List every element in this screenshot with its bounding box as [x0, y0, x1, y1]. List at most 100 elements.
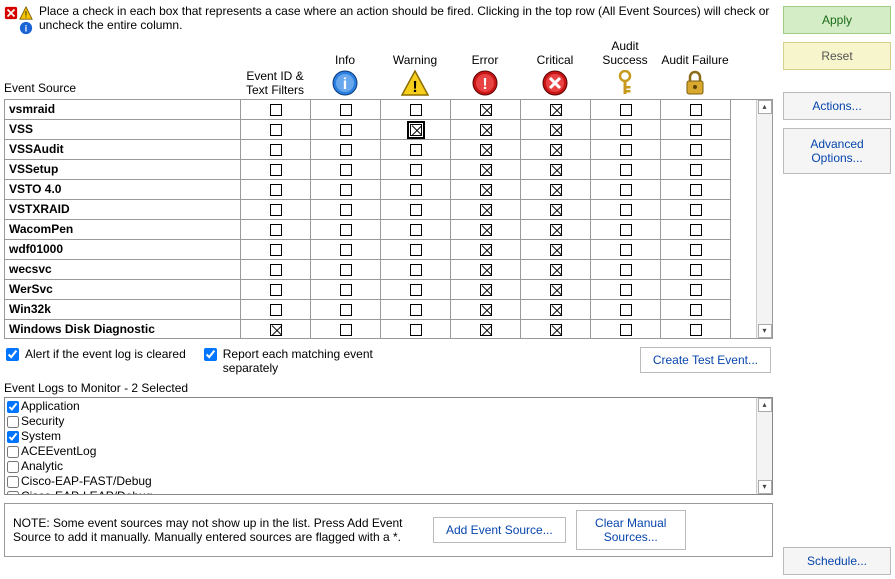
advanced-options-button[interactable]: Advanced Options... [783, 128, 891, 174]
grid-cell[interactable] [521, 280, 591, 300]
log-item[interactable]: Security [7, 414, 754, 429]
grid-cell[interactable] [381, 140, 451, 160]
grid-cell[interactable] [661, 180, 731, 200]
grid-cell[interactable] [661, 220, 731, 240]
grid-cell[interactable] [241, 200, 311, 220]
grid-cell[interactable] [311, 320, 381, 338]
grid-cell[interactable] [521, 300, 591, 320]
grid-checkbox[interactable] [690, 244, 702, 256]
grid-cell[interactable] [591, 240, 661, 260]
logs-scrollbar[interactable]: ▴ ▾ [756, 398, 772, 494]
grid-checkbox[interactable] [270, 144, 282, 156]
grid-cell[interactable] [451, 180, 521, 200]
grid-checkbox[interactable] [550, 184, 562, 196]
grid-checkbox[interactable] [480, 324, 492, 336]
grid-checkbox[interactable] [270, 164, 282, 176]
grid-cell[interactable] [521, 180, 591, 200]
grid-cell[interactable] [311, 220, 381, 240]
grid-checkbox[interactable] [690, 324, 702, 336]
grid-cell[interactable] [591, 280, 661, 300]
grid-checkbox[interactable] [340, 244, 352, 256]
grid-cell[interactable] [521, 160, 591, 180]
grid-checkbox[interactable] [690, 164, 702, 176]
grid-cell[interactable] [311, 300, 381, 320]
scroll-up-button[interactable]: ▴ [758, 398, 772, 412]
grid-cell[interactable] [381, 300, 451, 320]
grid-checkbox[interactable] [410, 304, 422, 316]
grid-cell[interactable] [381, 120, 451, 140]
log-checkbox[interactable] [7, 446, 19, 458]
grid-cell[interactable] [591, 200, 661, 220]
grid-checkbox[interactable] [340, 224, 352, 236]
create-test-event-button[interactable]: Create Test Event... [640, 347, 771, 373]
log-checkbox[interactable] [7, 431, 19, 443]
grid-cell[interactable] [311, 140, 381, 160]
grid-checkbox[interactable] [620, 104, 632, 116]
grid-checkbox[interactable] [270, 324, 282, 336]
grid-checkbox[interactable] [690, 124, 702, 136]
grid-cell[interactable] [591, 100, 661, 120]
grid-checkbox[interactable] [340, 164, 352, 176]
grid-checkbox[interactable] [480, 264, 492, 276]
grid-checkbox[interactable] [620, 124, 632, 136]
grid-cell[interactable] [451, 280, 521, 300]
grid-cell[interactable] [381, 320, 451, 338]
grid-checkbox[interactable] [690, 104, 702, 116]
grid-cell[interactable] [591, 300, 661, 320]
grid-checkbox[interactable] [340, 184, 352, 196]
grid-cell[interactable] [661, 120, 731, 140]
grid-cell[interactable] [311, 240, 381, 260]
grid-checkbox[interactable] [410, 124, 422, 136]
grid-checkbox[interactable] [480, 184, 492, 196]
grid-cell[interactable] [661, 140, 731, 160]
grid-cell[interactable] [451, 100, 521, 120]
grid-cell[interactable] [381, 260, 451, 280]
grid-checkbox[interactable] [550, 124, 562, 136]
grid-cell[interactable] [381, 280, 451, 300]
report-separately-checkbox[interactable]: Report each matching event separately [204, 347, 404, 375]
grid-checkbox[interactable] [620, 184, 632, 196]
grid-checkbox[interactable] [410, 204, 422, 216]
grid-cell[interactable] [521, 240, 591, 260]
log-checkbox[interactable] [7, 491, 19, 494]
log-checkbox[interactable] [7, 476, 19, 488]
grid-checkbox[interactable] [550, 204, 562, 216]
grid-cell[interactable] [591, 260, 661, 280]
grid-checkbox[interactable] [480, 284, 492, 296]
grid-cell[interactable] [661, 200, 731, 220]
grid-cell[interactable] [241, 100, 311, 120]
grid-cell[interactable] [521, 200, 591, 220]
grid-cell[interactable] [241, 140, 311, 160]
grid-cell[interactable] [451, 200, 521, 220]
grid-cell[interactable] [241, 280, 311, 300]
grid-cell[interactable] [591, 220, 661, 240]
grid-cell[interactable] [591, 180, 661, 200]
grid-checkbox[interactable] [270, 124, 282, 136]
event-source-grid[interactable]: vsmraidVSSVSSAuditVSSetupVSTO 4.0VSTXRAI… [4, 99, 773, 339]
grid-cell[interactable] [591, 140, 661, 160]
grid-cell[interactable] [241, 260, 311, 280]
grid-scrollbar[interactable]: ▴ ▾ [756, 100, 772, 338]
grid-checkbox[interactable] [550, 144, 562, 156]
grid-checkbox[interactable] [410, 144, 422, 156]
add-event-source-button[interactable]: Add Event Source... [433, 517, 566, 543]
grid-cell[interactable] [661, 300, 731, 320]
grid-checkbox[interactable] [340, 324, 352, 336]
grid-checkbox[interactable] [620, 324, 632, 336]
log-item[interactable]: Application [7, 399, 754, 414]
grid-cell[interactable] [241, 320, 311, 338]
grid-cell[interactable] [661, 100, 731, 120]
grid-cell[interactable] [311, 180, 381, 200]
grid-cell[interactable] [451, 320, 521, 338]
grid-cell[interactable] [241, 220, 311, 240]
grid-checkbox[interactable] [410, 224, 422, 236]
grid-checkbox[interactable] [270, 104, 282, 116]
grid-cell[interactable] [451, 260, 521, 280]
grid-cell[interactable] [661, 280, 731, 300]
grid-cell[interactable] [591, 120, 661, 140]
grid-cell[interactable] [311, 100, 381, 120]
clear-manual-sources-button[interactable]: Clear Manual Sources... [576, 510, 686, 550]
grid-checkbox[interactable] [690, 224, 702, 236]
grid-cell[interactable] [451, 240, 521, 260]
log-item[interactable]: Cisco-EAP-FAST/Debug [7, 474, 754, 489]
